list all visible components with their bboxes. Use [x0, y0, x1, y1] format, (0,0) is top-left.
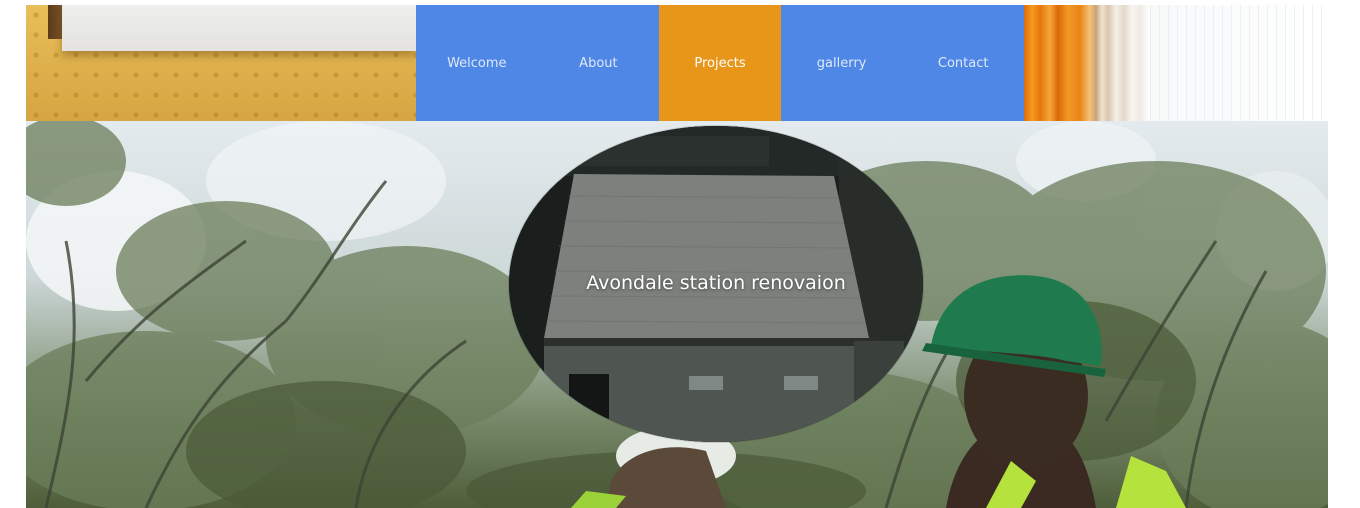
- nav-item-about[interactable]: About: [538, 5, 660, 121]
- nav-item-contact[interactable]: Contact: [902, 5, 1024, 121]
- main-nav: Welcome About Projects gallerry Contact: [416, 5, 1024, 121]
- nav-item-welcome[interactable]: Welcome: [416, 5, 538, 121]
- nav-item-projects[interactable]: Projects: [659, 5, 781, 121]
- site-header: Welcome About Projects gallerry Contact: [26, 5, 1328, 121]
- picture-frame-edge: [48, 5, 62, 39]
- project-card-avondale[interactable]: Avondale station renovaion: [509, 126, 923, 442]
- project-title: Avondale station renovaion: [586, 272, 846, 294]
- header-blinds-image: [1150, 5, 1328, 121]
- picture-frame-board: [62, 5, 416, 51]
- header-curtain-image: [1024, 5, 1150, 121]
- hero-background-photo: Avondale station renovaion: [26, 121, 1328, 508]
- nav-item-gallery[interactable]: gallerry: [781, 5, 903, 121]
- header-wallpaper-image: [26, 5, 416, 121]
